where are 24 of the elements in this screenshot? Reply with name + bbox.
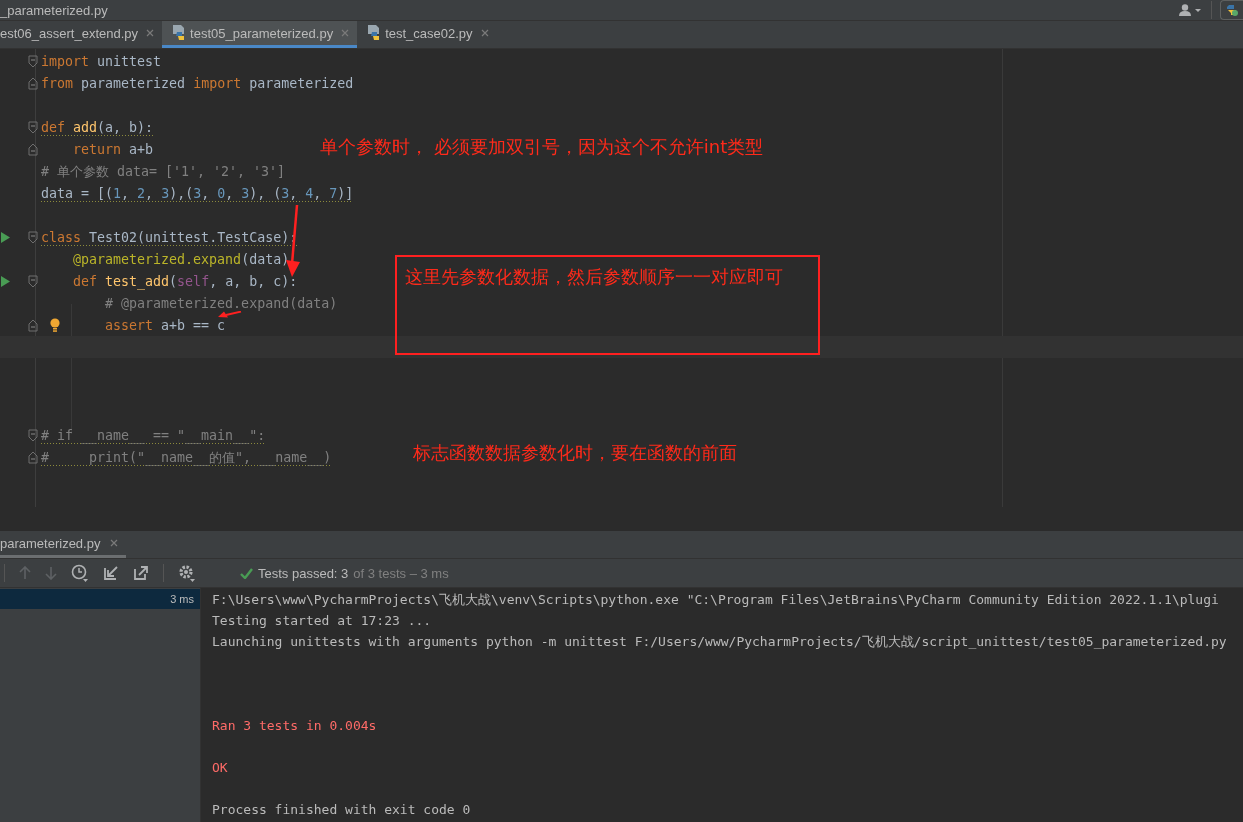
annotation-box: 这里先参数化数据，然后参数顺序一一对应即可 <box>395 255 820 355</box>
console-line: OK <box>212 760 228 775</box>
editor-tab[interactable]: test05_parameterized.py <box>162 21 358 48</box>
test-tree-row[interactable]: 3 ms <box>0 589 200 609</box>
editor-tab[interactable]: test_case02.py <box>357 21 497 48</box>
code-line: @parameterized.expand(data) <box>73 250 290 268</box>
console-line: Ran 3 tests in 0.004s <box>212 718 377 733</box>
console-line: Process finished with exit code 0 <box>212 802 471 817</box>
editor-tab[interactable]: est06_assert_extend.py <box>0 21 163 48</box>
code-line: assert a+b == c <box>105 316 226 334</box>
tests-total-label: of 3 tests – 3 ms <box>353 565 449 581</box>
code-line: # @parameterized.expand(data) <box>105 294 338 312</box>
code-line: def test_add(self, a, b, c): <box>73 272 298 290</box>
code-line: return a+b <box>73 140 154 158</box>
tests-passed-label: Tests passed: 3 <box>258 565 349 581</box>
annotation-text: 标志函数数据参数化时，要在函数的前面 <box>413 441 737 465</box>
annotation-text: 单个参数时， 必须要加双引号，因为这个不允许int类型 <box>320 135 764 159</box>
code-line: # 单个参数 data= ['1', '2', '3'] <box>41 162 286 180</box>
console-line: Testing started at 17:23 ... <box>212 613 432 628</box>
window-title: _parameterized.py <box>0 2 108 18</box>
code-line: import unittest <box>41 52 162 70</box>
console-line: F:\Users\www\PycharmProjects\飞机大战\venv\Scripts\python.exe "C:\Program Files\JetBrains\PyCharm Community Edition 2022.1.1\plugi <box>212 590 1219 609</box>
console-line: Launching unittests with arguments python -m unittest F:/Users/www/PycharmProjects/飞机大战/script_unittest/test05_parameterized.py <box>212 632 1227 651</box>
code-line: from parameterized import parameterized <box>41 74 354 92</box>
